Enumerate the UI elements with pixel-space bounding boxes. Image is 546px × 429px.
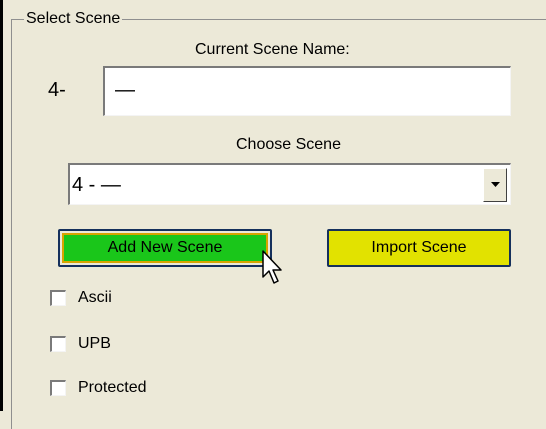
add-new-scene-label: Add New Scene (107, 239, 223, 256)
choose-scene-selected: 4 - — (72, 174, 121, 196)
ascii-checkbox[interactable] (50, 290, 66, 306)
ascii-label: Ascii (78, 289, 112, 306)
chevron-down-icon (490, 182, 500, 187)
import-scene-label: Import Scene (371, 239, 467, 256)
choose-scene-label: Choose Scene (236, 136, 341, 153)
mouse-pointer-icon (262, 250, 282, 284)
current-scene-name-input[interactable]: — (103, 66, 511, 116)
upb-checkbox[interactable] (50, 336, 66, 352)
dropdown-arrow-button[interactable] (483, 168, 507, 202)
current-scene-name-label: Current Scene Name: (195, 41, 350, 58)
upb-label: UPB (78, 335, 111, 352)
protected-checkbox[interactable] (50, 380, 66, 396)
group-title: Select Scene (24, 9, 123, 29)
import-scene-button[interactable]: Import Scene (327, 229, 511, 267)
add-new-scene-button[interactable]: Add New Scene (58, 229, 272, 267)
window-left-edge (0, 0, 3, 411)
choose-scene-dropdown[interactable]: 4 - — (68, 163, 511, 205)
scene-number-prefix: 4- (48, 79, 66, 101)
protected-label: Protected (78, 379, 147, 396)
